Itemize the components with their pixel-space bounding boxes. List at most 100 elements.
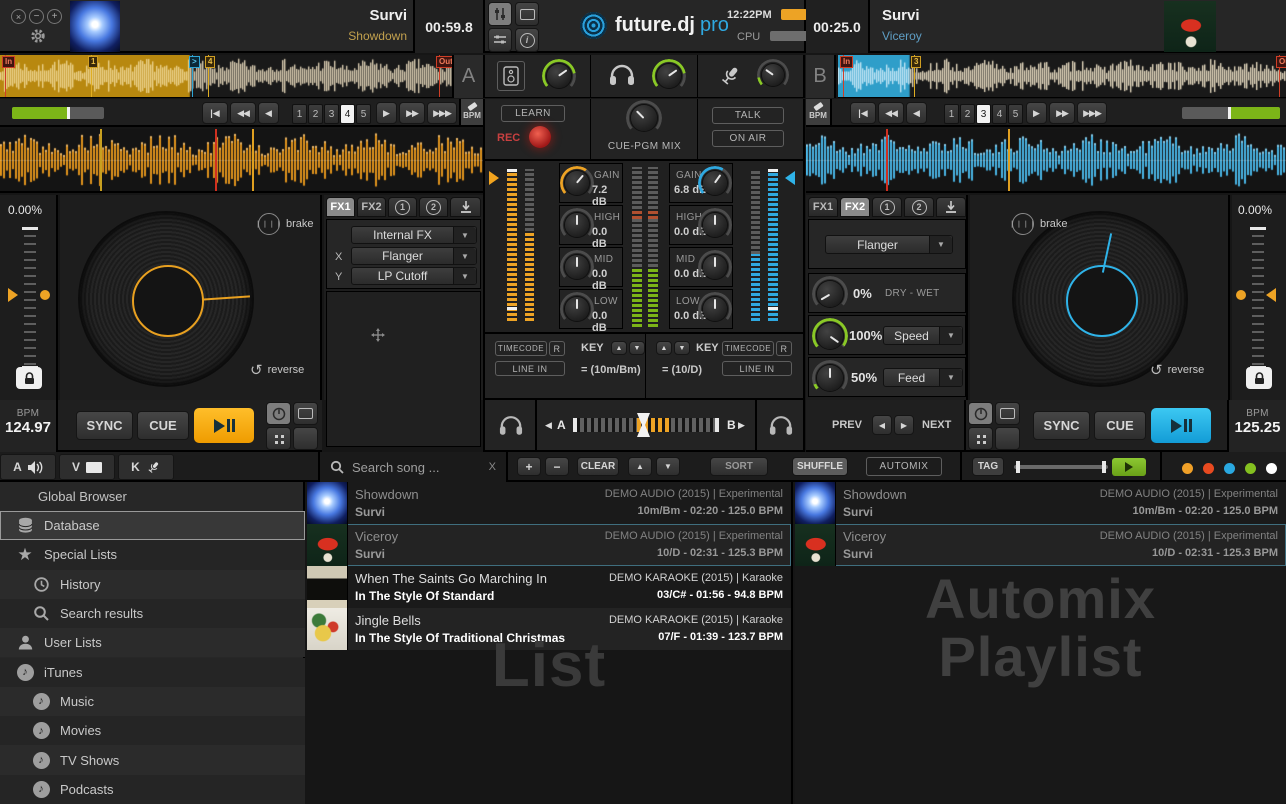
track-row-showdown[interactable]: ShowdownSurviDEMO AUDIO (2015) | Experim… (307, 482, 791, 524)
deck-a-time[interactable]: 00:59.8 (413, 0, 483, 53)
view-eq-button[interactable] (488, 28, 512, 52)
gain-b-knob[interactable] (703, 171, 727, 195)
tag-color-dot-5[interactable] (1266, 463, 1277, 474)
track-prev-button[interactable]: ◀ (872, 415, 892, 435)
deck-a-play-button[interactable] (194, 408, 254, 443)
record-button[interactable] (529, 126, 551, 148)
fx-a-slot1-tab[interactable]: 1 (388, 197, 417, 217)
deck-a-pitch-handle[interactable] (8, 288, 18, 302)
fx-a-download-tab[interactable] (450, 197, 481, 217)
headphone-volume-knob[interactable] (657, 64, 681, 88)
deck-b-reverse-button[interactable]: ↺ reverse (1150, 361, 1204, 379)
deck-a-overview-waveform[interactable]: In1>4Out (0, 55, 452, 98)
fx-a-y-dropdown[interactable]: LP Cutoff▼ (351, 267, 477, 285)
deck-b-brake-button[interactable]: ❘❘❘❘ brake (1012, 213, 1068, 235)
line-in-b-button[interactable]: LINE IN (722, 361, 792, 376)
fx-b-feed-dropdown[interactable]: Feed▼ (883, 368, 963, 387)
cue-pgm-mix-knob[interactable] (631, 105, 657, 131)
deck-a-jog-wheel[interactable] (80, 213, 252, 385)
deck-b-play-button[interactable] (1151, 408, 1211, 443)
timecode-b-button[interactable]: TIMECODE (722, 341, 774, 356)
fx-b-slot2-tab[interactable]: 2 (904, 197, 934, 217)
deck-b-scrolling-waveform[interactable] (806, 129, 1286, 193)
key-a-down-button[interactable]: ▼ (629, 341, 645, 355)
fx-b-tab-fx2[interactable]: FX2 (840, 197, 870, 217)
deck-a-forward-button[interactable]: ▶ (376, 102, 397, 124)
track-row-viceroy[interactable]: ViceroySurviDEMO AUDIO (2015) | Experime… (307, 524, 791, 566)
deck-b-forward-fast-button[interactable]: ▶▶ (1049, 102, 1075, 124)
deck-a-view-jog-button[interactable] (266, 402, 291, 425)
deck-b-view-wave-button[interactable] (995, 402, 1020, 425)
deck-a-bpm-tap-button[interactable]: BPM (459, 99, 483, 125)
deck-a-rewind-fast-button[interactable]: ◀◀ (230, 102, 256, 124)
sort-button[interactable]: SORT (710, 457, 768, 476)
cue-marker-out[interactable]: Out (436, 56, 452, 68)
fx-b-effect-dropdown[interactable]: Flanger▼ (825, 235, 953, 254)
fx-b-speed-knob[interactable] (817, 323, 843, 349)
deck-b-sync-button[interactable]: SYNC (1033, 411, 1090, 440)
deck-b-rewind-button[interactable]: ◀ (906, 102, 927, 124)
window-close-button[interactable]: × (11, 9, 26, 24)
tag-color-dot-1[interactable] (1182, 463, 1193, 474)
move-up-button[interactable]: ▲ (628, 457, 652, 476)
sidebar-item-itunes[interactable]: ♪iTunes (0, 658, 305, 687)
low-a-knob[interactable] (565, 297, 589, 321)
key-a-up-button[interactable]: ▲ (611, 341, 627, 355)
sidebar-item-podcasts[interactable]: ♪Podcasts (0, 775, 305, 804)
info-button[interactable]: i (515, 28, 539, 52)
microphone-icon[interactable] (718, 64, 742, 88)
xfade-b-arrow[interactable]: ▶ (738, 420, 745, 431)
sidebar-item-user-lists[interactable]: User Lists (0, 628, 305, 657)
fx-a-engine-dropdown[interactable]: Internal FX▼ (351, 226, 477, 244)
sidebar-item-music[interactable]: ♪Music (0, 687, 305, 716)
hotcue-3-button[interactable]: 3 (324, 104, 339, 124)
deck-b-progress-bar[interactable] (1182, 107, 1280, 119)
cue-marker-1[interactable]: 1 (88, 56, 98, 68)
mid-b-knob[interactable] (703, 255, 727, 279)
hotcue-1-button[interactable]: 1 (944, 104, 959, 124)
channel-a-fader-track[interactable] (507, 169, 517, 321)
talk-button[interactable]: TALK (712, 107, 784, 124)
crossfader-track[interactable] (573, 418, 719, 432)
headphones-icon[interactable] (609, 64, 635, 86)
sidebar-item-database[interactable]: Database (0, 511, 305, 540)
tag-button[interactable]: TAG (972, 457, 1004, 476)
deck-a-forward-faster-button[interactable]: ▶▶▶ (427, 102, 457, 124)
xfade-a-arrow[interactable]: ◀ (545, 420, 552, 431)
tag-color-dot-3[interactable] (1224, 463, 1235, 474)
mic-volume-knob[interactable] (762, 64, 784, 86)
timecode-b-r-button[interactable]: R (776, 341, 792, 356)
deck-a-reverse-button[interactable]: ↺ reverse (250, 361, 304, 379)
low-b-knob[interactable] (703, 297, 727, 321)
fx-a-xy-pad[interactable] (326, 291, 481, 447)
cue-marker-in[interactable]: In (2, 56, 15, 68)
track-row-viceroy[interactable]: ViceroySurviDEMO AUDIO (2015) | Experime… (795, 524, 1286, 566)
deck-a-pitch-lock-button[interactable] (16, 367, 42, 389)
zoom-out-button[interactable]: − (545, 457, 569, 476)
hotcue-2-button[interactable]: 2 (960, 104, 975, 124)
deck-b-view-extra-button[interactable] (995, 427, 1020, 450)
fx-a-x-dropdown[interactable]: Flanger▼ (351, 247, 477, 265)
key-b-down-button[interactable]: ▼ (674, 341, 690, 355)
fx-b-tab-fx1[interactable]: FX1 (808, 197, 838, 217)
deck-b-bpm-tap-button[interactable]: BPM (806, 99, 832, 125)
deck-b-pitch-handle[interactable] (1266, 288, 1276, 302)
hotcue-4-button[interactable]: 4 (992, 104, 1007, 124)
deck-a-scrolling-waveform[interactable] (0, 129, 483, 193)
tag-color-dot-4[interactable] (1245, 463, 1256, 474)
automix-button[interactable]: AUTOMIX (866, 457, 942, 476)
fx-b-drywet-knob[interactable] (817, 281, 843, 307)
hotcue-4-button[interactable]: 4 (340, 104, 355, 124)
deck-a-brake-button[interactable]: ❘❘❘❘ brake (258, 213, 314, 235)
hotcue-3-button[interactable]: 3 (976, 104, 991, 124)
deck-a-view-wave-button[interactable] (293, 402, 318, 425)
hotcue-1-button[interactable]: 1 (292, 104, 307, 124)
deck-a-progress-bar[interactable] (12, 107, 104, 119)
tag-play-button[interactable] (1112, 458, 1146, 476)
sidebar-item-movies[interactable]: ♪Movies (0, 716, 305, 745)
deck-a-pitch-slider[interactable] (24, 227, 36, 369)
deck-b-view-jog-button[interactable] (968, 402, 993, 425)
cue-marker-4[interactable]: 4 (205, 56, 215, 68)
deck-b-forward-button[interactable]: ▶ (1026, 102, 1047, 124)
monitor-volume-knob[interactable] (547, 64, 571, 88)
